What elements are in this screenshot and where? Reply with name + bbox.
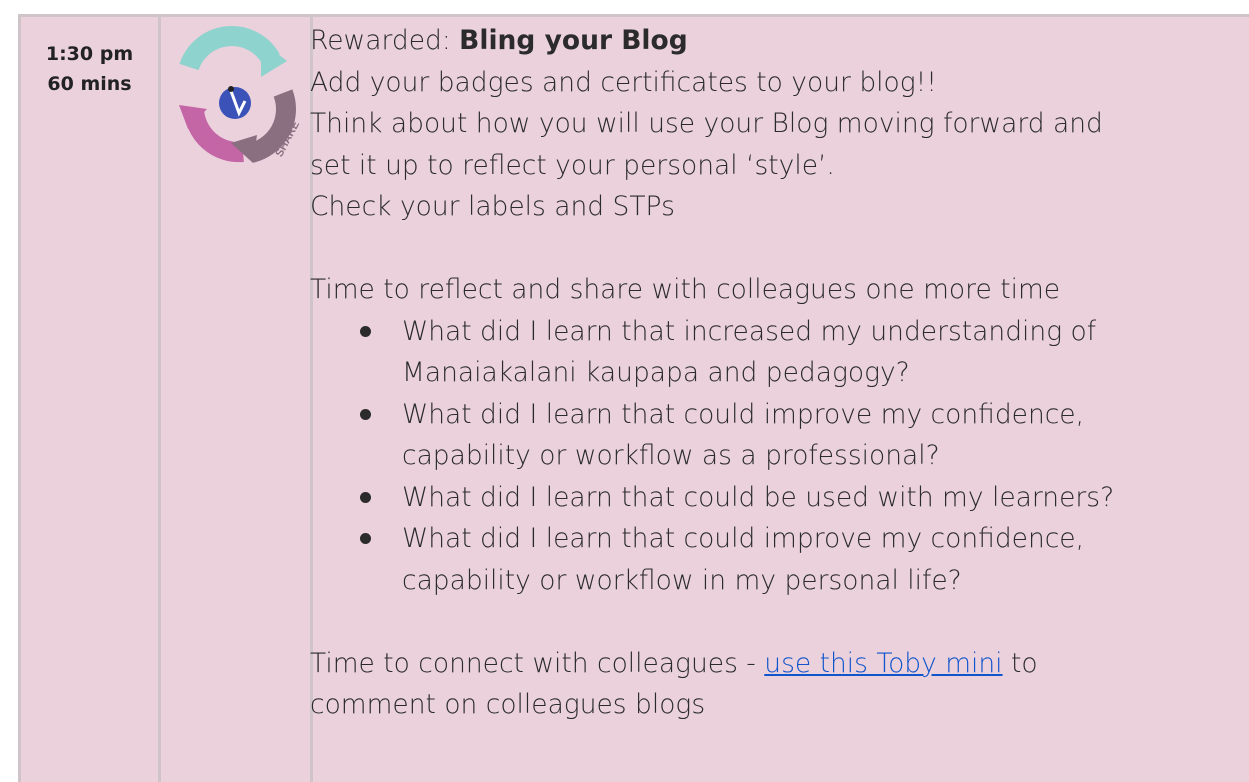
connect-suffix: to: [1002, 647, 1038, 679]
list-item: What did I learn that could improve my c…: [310, 518, 1215, 601]
session-duration: 60 mins: [47, 73, 132, 95]
activity-title: Rewarded: Bling your Blog: [310, 20, 1215, 62]
instruction-line: Add your badges and certificates to your…: [310, 66, 937, 98]
instruction-line: set it up to reflect your personal ‘styl…: [310, 149, 835, 181]
reflection-questions: What did I learn that increased my under…: [310, 311, 1215, 602]
reflect-heading: Time to reflect and share with colleague…: [310, 274, 1061, 305]
instruction-line: Think about how you will use your Blog m…: [310, 108, 1103, 139]
toby-mini-link[interactable]: use this Toby mini: [764, 648, 1002, 679]
connect-prefix: Time to connect with colleagues -: [310, 647, 765, 679]
learn-create-share-logo-icon: LEARN CREATE SHARE: [179, 26, 302, 163]
time-cell: 1:30 pm 60 mins: [21, 17, 158, 99]
session-time: 1:30 pm: [45, 43, 134, 65]
connect-line: Time to connect with colleagues - use th…: [310, 643, 1215, 685]
list-item: What did I learn that could be used with…: [310, 477, 1215, 519]
list-item: What did I learn that increased my under…: [310, 311, 1215, 394]
title-bold: Bling your Blog: [459, 25, 688, 56]
title-prefix: Rewarded:: [310, 25, 460, 56]
content-cell: Rewarded: Bling your Blog Add your badge…: [310, 20, 1215, 726]
list-item: What did I learn that could improve my c…: [310, 394, 1215, 477]
logo-cell: LEARN CREATE SHARE: [161, 17, 310, 177]
connect-line-2: comment on colleagues blogs: [310, 689, 706, 720]
instruction-line: Check your labels and STPs: [310, 191, 675, 222]
